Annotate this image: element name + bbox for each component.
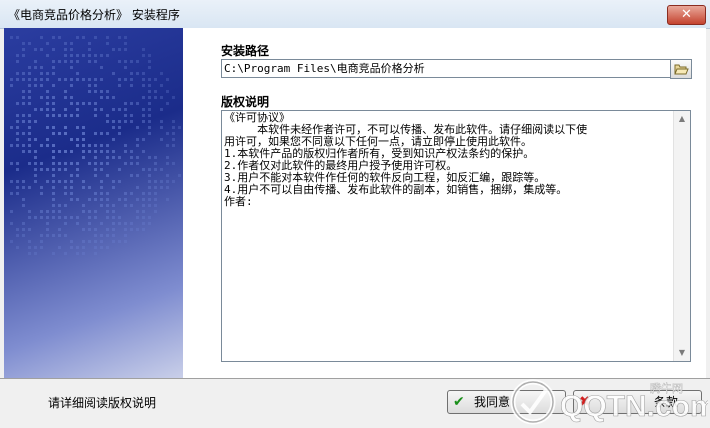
window-title: 《电商竞品价格分析》 安装程序 xyxy=(8,8,180,22)
banner-pattern xyxy=(10,36,181,255)
checkmark-icon: ✔ xyxy=(453,394,465,410)
install-path-label: 安装路径 xyxy=(221,44,270,58)
license-textarea[interactable]: 《许可协议》 本软件未经作者许可，不可以传播、发布此软件。请仔细阅读以下使 用许… xyxy=(221,110,691,362)
license-scrollbar[interactable]: ▲ ▼ xyxy=(673,111,690,361)
watermark-site-text: QQTN.com xyxy=(560,390,708,423)
close-button[interactable]: ✕ xyxy=(667,5,706,25)
install-path-input[interactable]: C:\Program Files\电商竞品价格分析 xyxy=(221,59,671,78)
title-bar: 《电商竞品价格分析》 安装程序 ✕ xyxy=(0,0,710,29)
close-icon: ✕ xyxy=(681,7,692,22)
scroll-down-icon[interactable]: ▼ xyxy=(674,345,690,361)
site-watermark: QQTN.com 腾牛网 xyxy=(510,379,708,425)
side-banner xyxy=(4,28,183,378)
browse-button[interactable] xyxy=(670,59,692,79)
folder-open-icon xyxy=(674,64,689,75)
license-text: 《许可协议》 本软件未经作者许可，不可以传播、发布此软件。请仔细阅读以下使 用许… xyxy=(224,112,588,208)
status-text: 请详细阅读版权说明 xyxy=(48,396,157,410)
main-panel: 安装路径 C:\Program Files\电商竞品价格分析 版权说明 《许可协… xyxy=(183,28,706,378)
license-label: 版权说明 xyxy=(221,95,270,109)
watermark-tag-text: 腾牛网 xyxy=(650,381,683,395)
scroll-up-icon[interactable]: ▲ xyxy=(674,111,690,127)
